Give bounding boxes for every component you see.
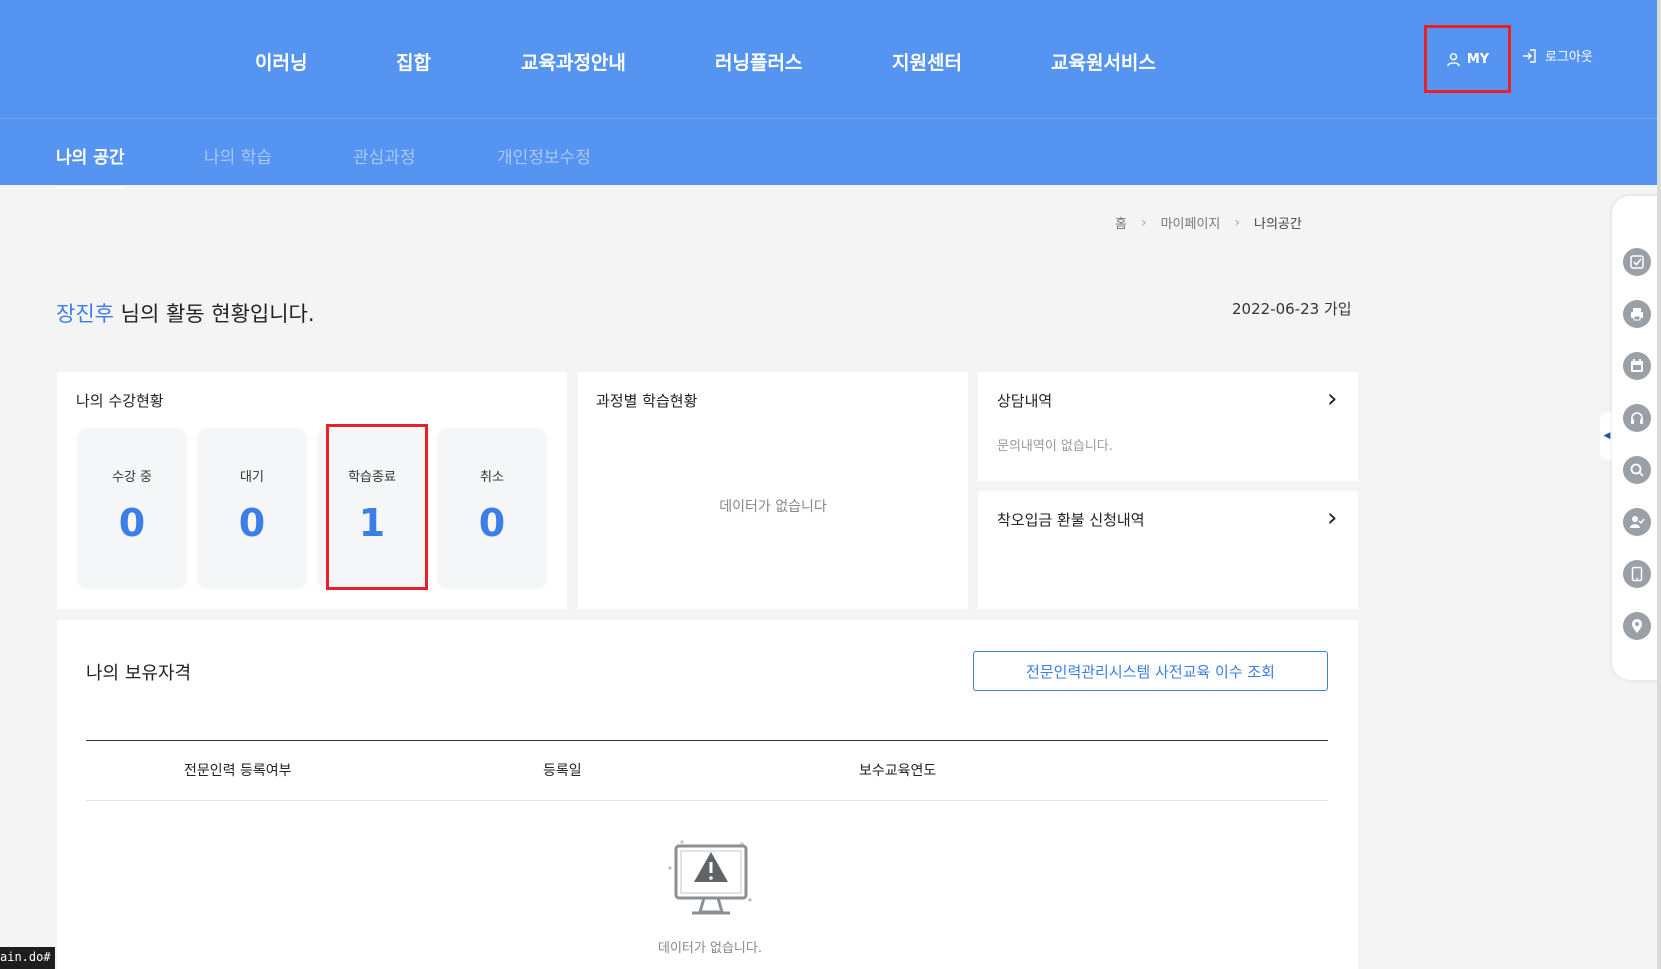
consultation-title: 상담내역 [997, 392, 1053, 410]
refund-title: 착오입금 환불 신청내역 [997, 511, 1145, 529]
stat-waiting[interactable]: 대기 0 [197, 428, 307, 589]
tablet-icon[interactable] [1623, 560, 1651, 588]
tab-my-space[interactable]: 나의 공간 [56, 143, 125, 189]
check-icon[interactable] [1623, 248, 1651, 276]
breadcrumb-home[interactable]: 홈 [1115, 213, 1127, 232]
quick-menu [1612, 196, 1661, 680]
tab-edit-profile[interactable]: 개인정보수정 [497, 143, 591, 168]
user-icon [1446, 52, 1460, 66]
monitor-warning-icon [668, 840, 752, 915]
user-name: 장진후 [56, 302, 114, 326]
status-bar-url: ain.do# [0, 947, 55, 969]
user-check-icon[interactable] [1623, 508, 1651, 536]
qualifications-empty: 데이터가 없습니다. [658, 941, 762, 956]
top-header: 이러닝 집합 교육과정안내 러닝플러스 지원센터 교육원서비스 MY 로그아웃 [0, 0, 1661, 119]
column-registration-date: 등록일 [543, 763, 582, 779]
gnb-item-course-guide[interactable]: 교육과정안내 [521, 48, 626, 75]
logout-button[interactable]: 로그아웃 [1521, 46, 1593, 65]
enrollment-title: 나의 수강현황 [76, 392, 164, 410]
course-progress-title: 과정별 학습현황 [596, 392, 698, 410]
breadcrumb: 홈 › 마이페이지 › 나의공간 [1115, 213, 1302, 233]
column-refresher-year: 보수교육연도 [859, 763, 937, 779]
calendar-icon[interactable] [1623, 352, 1651, 380]
logout-label: 로그아웃 [1545, 50, 1593, 65]
tab-interest-courses[interactable]: 관심과정 [353, 143, 416, 168]
location-icon[interactable] [1623, 612, 1651, 640]
table-row-divider [86, 800, 1328, 801]
chevron-right-icon[interactable]: › [1327, 505, 1337, 531]
gnb-item-learning-plus[interactable]: 러닝플러스 [715, 48, 802, 75]
stat-cancelled[interactable]: 취소 0 [437, 428, 547, 589]
pre-education-lookup-button[interactable]: 전문인력관리시스템 사전교육 이수 조회 [973, 651, 1328, 691]
greeting-text: 님의 활동 현황입니다. [113, 302, 315, 326]
chevron-right-icon: › [1140, 214, 1147, 231]
gnb-item-group[interactable]: 집합 [396, 48, 431, 75]
stat-label: 대기 [240, 470, 264, 485]
search-icon[interactable] [1623, 456, 1651, 484]
gnb-item-elearning[interactable]: 이러닝 [255, 48, 307, 75]
my-label: MY [1466, 51, 1490, 67]
print-icon[interactable] [1623, 300, 1651, 328]
column-registration-status: 전문인력 등록여부 [184, 763, 292, 779]
stat-value: 0 [118, 501, 146, 545]
breadcrumb-mypage[interactable]: 마이페이지 [1161, 213, 1221, 232]
sub-nav: 나의 공간 나의 학습 관심과정 개인정보수정 [0, 119, 1661, 189]
highlight-box-completed [326, 424, 428, 590]
stat-label: 취소 [480, 470, 504, 485]
qualifications-title: 나의 보유자격 [86, 663, 192, 684]
chevron-right-icon: › [1234, 214, 1240, 231]
global-nav: 이러닝 집합 교육과정안내 러닝플러스 지원센터 교육원서비스 [0, 0, 1661, 119]
my-page-button[interactable]: MY [1424, 25, 1511, 93]
stat-in-progress[interactable]: 수강 중 0 [77, 428, 187, 589]
logout-icon [1523, 48, 1536, 63]
breadcrumb-current: 나의공간 [1254, 217, 1302, 232]
stat-label: 수강 중 [111, 470, 152, 485]
join-date: 2022-06-23 가입 [1232, 300, 1352, 318]
headset-icon[interactable] [1623, 404, 1651, 432]
stat-value: 0 [238, 501, 266, 545]
chevron-right-icon[interactable]: › [1327, 386, 1337, 412]
gnb-item-institute-service[interactable]: 교육원서비스 [1051, 48, 1156, 75]
scrollbar[interactable] [1657, 0, 1661, 969]
consultation-empty: 문의내역이 없습니다. [997, 439, 1113, 454]
greeting: 장진후 님의 활동 현황입니다. [56, 298, 315, 328]
course-progress-empty: 데이터가 없습니다 [719, 499, 827, 515]
stat-value: 0 [478, 501, 506, 545]
consultation-card[interactable] [978, 372, 1358, 481]
gnb-item-support-center[interactable]: 지원센터 [892, 48, 962, 75]
table-header-divider [86, 740, 1328, 741]
tab-my-learning[interactable]: 나의 학습 [204, 143, 272, 168]
